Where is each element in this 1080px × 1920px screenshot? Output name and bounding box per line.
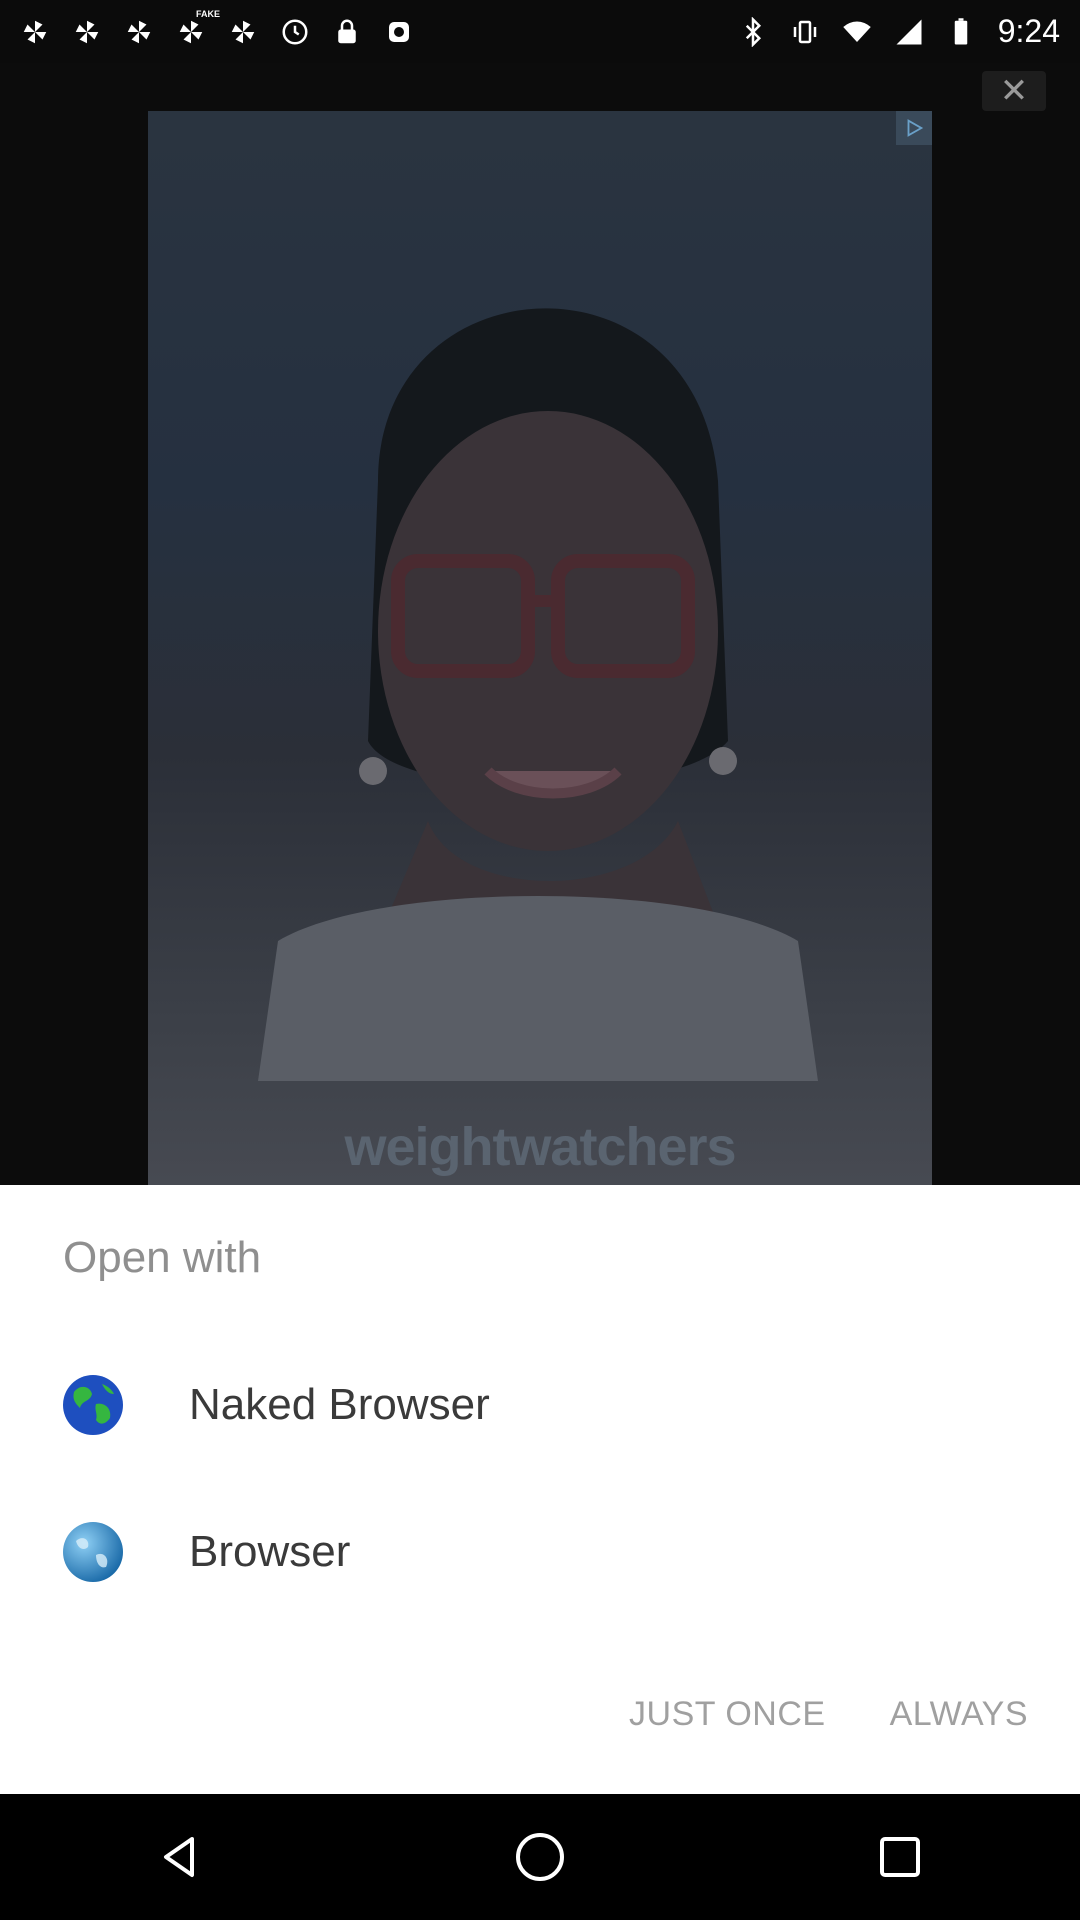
- globe-green-icon: [63, 1375, 123, 1435]
- dialog-title: Open with: [63, 1233, 262, 1282]
- clock-time: 9:24: [997, 13, 1060, 49]
- background-app: ✕ weightwatchers: [0, 63, 1080, 1185]
- wifi-icon: [842, 17, 872, 47]
- lock-icon: [332, 17, 362, 47]
- fake-badge: FAKE: [195, 8, 220, 19]
- home-icon[interactable]: [500, 1817, 580, 1897]
- signal-icon: [894, 17, 924, 47]
- globe-blue-icon: [63, 1522, 123, 1582]
- app-label-browser: Browser: [189, 1527, 351, 1576]
- vibrate-icon: [790, 17, 820, 47]
- pinwheel-icon: FAKE: [176, 9, 220, 47]
- back-icon[interactable]: [140, 1817, 220, 1897]
- pinwheel-icon: [20, 17, 50, 47]
- clock-sync-icon: [280, 17, 310, 47]
- ad-brand-text: weightwatchers: [344, 1117, 736, 1177]
- pinwheel-icon: [72, 17, 102, 47]
- bluetooth-icon: [738, 16, 768, 47]
- app-option-naked-browser[interactable]: Naked Browser: [0, 1335, 1080, 1475]
- close-ad-button[interactable]: ✕: [982, 71, 1046, 111]
- open-with-dialog: Open with Naked Browser Browser JUST ONC…: [0, 1185, 1080, 1794]
- portrait-photo: [258, 308, 818, 1081]
- battery-icon: [946, 17, 976, 47]
- app-notification-icon: [384, 17, 414, 47]
- just-once-button[interactable]: JUST ONCE: [617, 1675, 838, 1754]
- pinwheel-icon: [228, 17, 258, 47]
- status-right-icons: 9:24: [738, 13, 1060, 50]
- app-label-naked-browser: Naked Browser: [189, 1380, 490, 1429]
- dialog-buttons: JUST ONCE ALWAYS: [617, 1675, 1040, 1754]
- ad-image[interactable]: weightwatchers: [148, 111, 932, 1185]
- status-bar: FAKE 9:24: [0, 0, 1080, 63]
- status-left-icons: FAKE: [20, 9, 414, 47]
- ad-choices-icon[interactable]: [896, 111, 932, 145]
- always-button[interactable]: ALWAYS: [878, 1675, 1040, 1754]
- recents-icon[interactable]: [860, 1817, 940, 1897]
- pinwheel-icon: [124, 17, 154, 47]
- navigation-bar: [0, 1794, 1080, 1920]
- app-option-browser[interactable]: Browser: [0, 1482, 1080, 1622]
